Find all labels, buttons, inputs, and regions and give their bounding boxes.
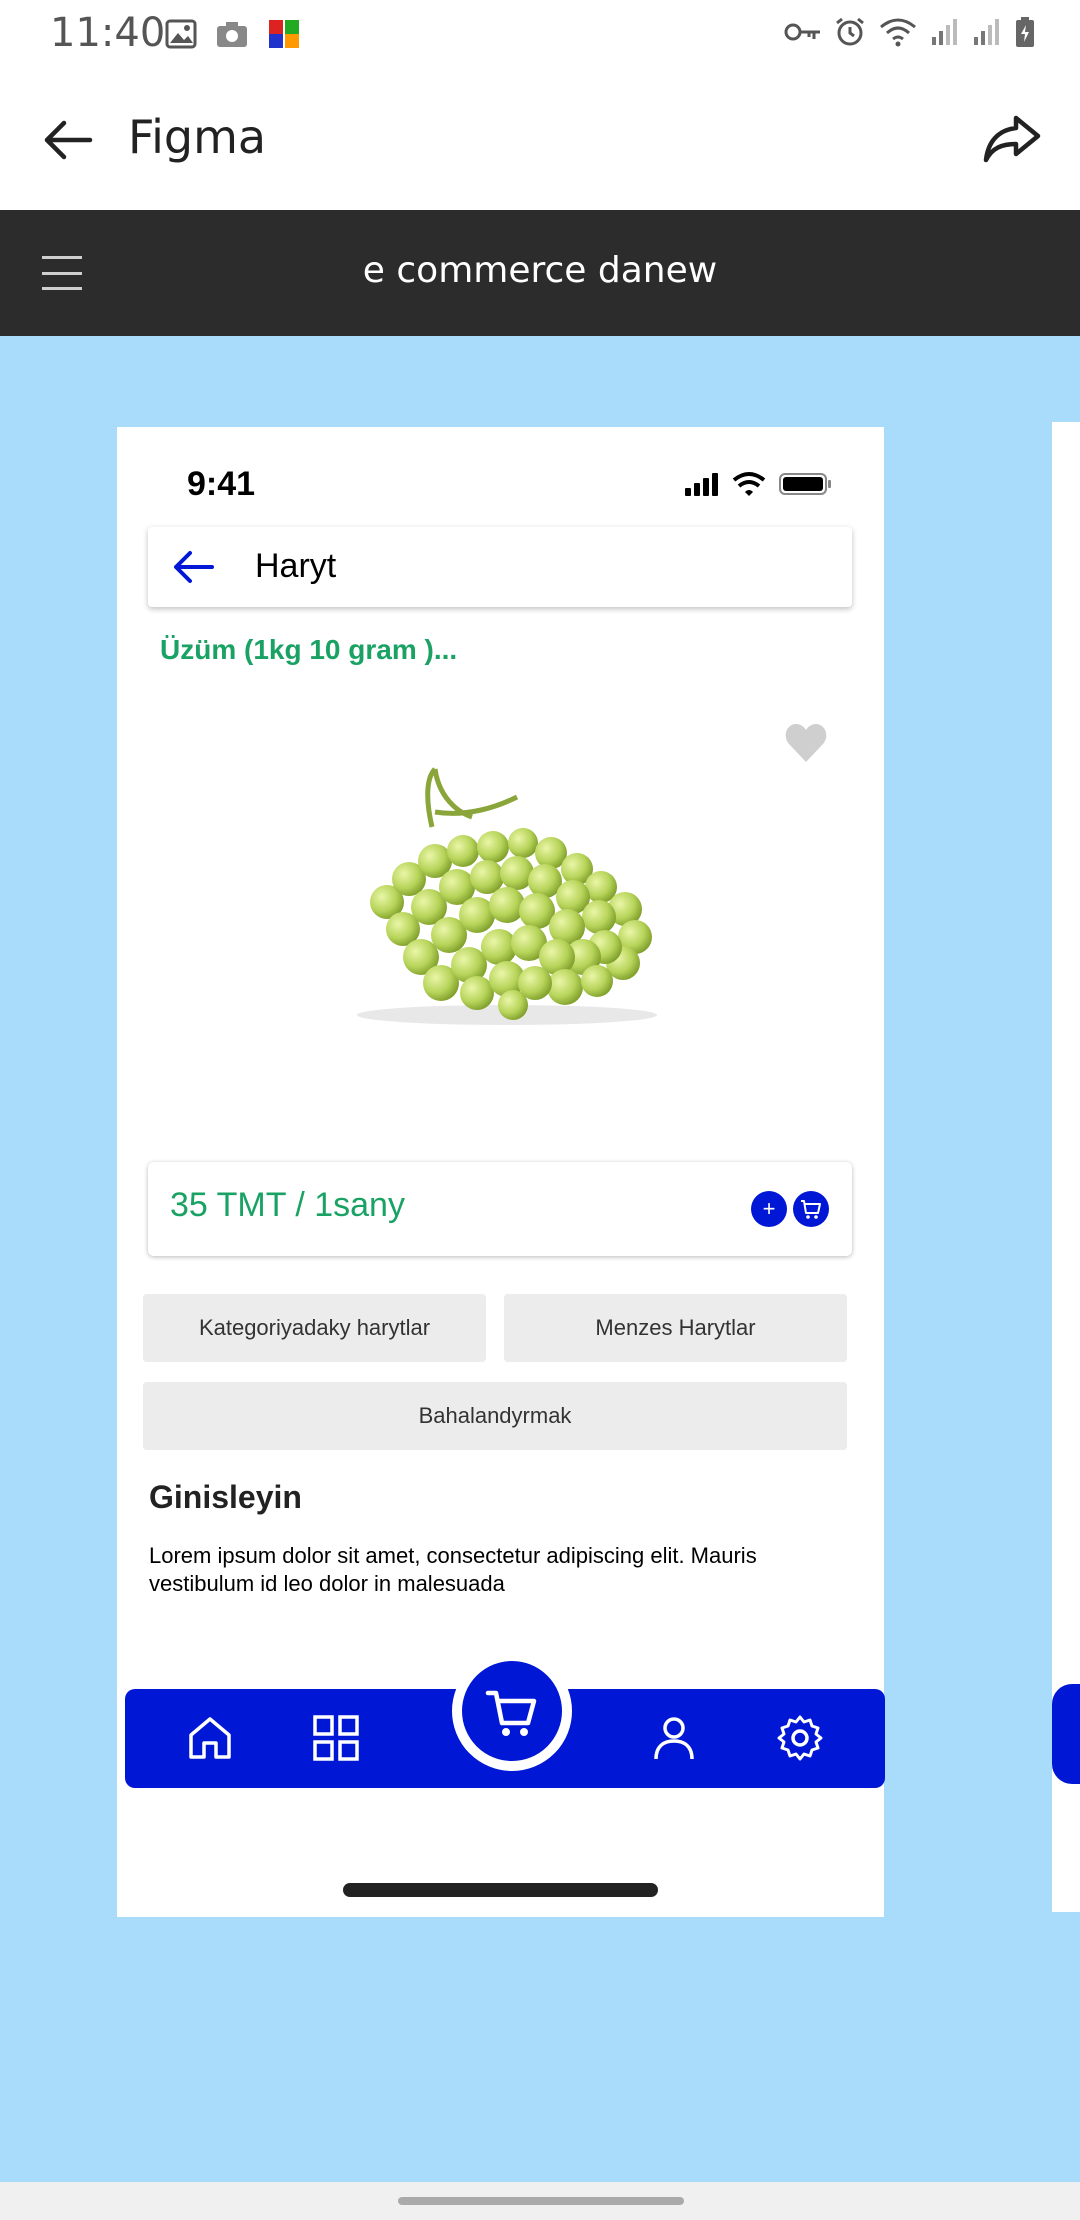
nav-categories[interactable]: [311, 1713, 361, 1763]
home-icon: [189, 1717, 231, 1759]
nav-settings[interactable]: [775, 1713, 825, 1763]
gesture-navigation-bar: [0, 2182, 1080, 2220]
share-button[interactable]: [980, 106, 1044, 170]
frame-wifi-icon: [732, 472, 766, 496]
app-title: Figma: [128, 110, 267, 164]
nav-profile[interactable]: [649, 1713, 699, 1763]
product-image: [357, 767, 657, 1025]
frame-back-button[interactable]: [172, 549, 214, 585]
add-to-cart-button[interactable]: [793, 1191, 829, 1227]
signal-icon-2: [974, 19, 999, 45]
arrow-left-icon: [174, 551, 214, 583]
settings-icon: [777, 1715, 823, 1761]
cellular-icon: [685, 473, 718, 496]
product-name: Üzüm (1kg 10 gram )...: [160, 634, 458, 665]
file-name: e commerce danew: [362, 250, 718, 291]
back-button[interactable]: [38, 110, 98, 170]
phone-frame: 9:41 Haryt Üzüm (1kg 10 gram )... 35 TMT…: [117, 427, 885, 1917]
gallery-icon: [165, 19, 197, 49]
system-indicators: [784, 16, 1036, 48]
signal-icon-1: [932, 19, 957, 45]
vpn-key-icon: [784, 23, 820, 41]
favorite-button[interactable]: [784, 722, 828, 764]
heart-icon: [785, 724, 827, 762]
description-title: Ginisleyin: [149, 1479, 302, 1515]
wifi-icon: [880, 18, 916, 47]
system-status-bar: 11:40: [0, 0, 1080, 66]
frame-status-icons: [684, 471, 832, 497]
battery-icon: [1016, 17, 1034, 47]
similar-products-button[interactable]: Menzes Harytlar: [504, 1294, 847, 1362]
add-quantity-button[interactable]: +: [751, 1191, 787, 1227]
nav-cart-button[interactable]: [452, 1651, 572, 1771]
grid-icon: [313, 1715, 359, 1761]
user-icon: [654, 1717, 694, 1760]
gesture-handle[interactable]: [398, 2197, 684, 2205]
figma-file-header: e commerce danew: [0, 210, 1080, 336]
arrow-left-icon: [44, 120, 93, 160]
cart-icon: [485, 1690, 537, 1736]
frame-header: Haryt: [148, 527, 852, 607]
camera-icon: [217, 22, 247, 47]
description-text: Lorem ipsum dolor sit amet, consectetur …: [149, 1543, 757, 1596]
app-bar: Figma: [0, 66, 1080, 210]
alarm-icon: [836, 17, 864, 46]
frame-home-indicator: [343, 1883, 658, 1897]
rate-button[interactable]: Bahalandyrmak: [143, 1382, 847, 1450]
product-price: 35 TMT / 1sany: [170, 1186, 405, 1224]
notification-icons: [165, 16, 303, 52]
nav-home[interactable]: [185, 1713, 235, 1763]
price-card: 35 TMT / 1sany +: [148, 1162, 852, 1256]
frame-status-time: 9:41: [187, 465, 256, 503]
app-notification-icon: [269, 20, 299, 48]
share-icon: [983, 115, 1041, 163]
system-time: 11:40: [50, 10, 166, 56]
frame-battery-icon: [779, 473, 831, 495]
category-products-button[interactable]: Kategoriyadaky harytlar: [143, 1294, 486, 1362]
prototype-canvas[interactable]: 9:41 Haryt Üzüm (1kg 10 gram )... 35 TMT…: [0, 336, 1080, 2182]
cart-icon: [801, 1200, 821, 1219]
next-frame-nav-edge: [1052, 1684, 1080, 1784]
frame-title: Haryt: [255, 547, 337, 585]
